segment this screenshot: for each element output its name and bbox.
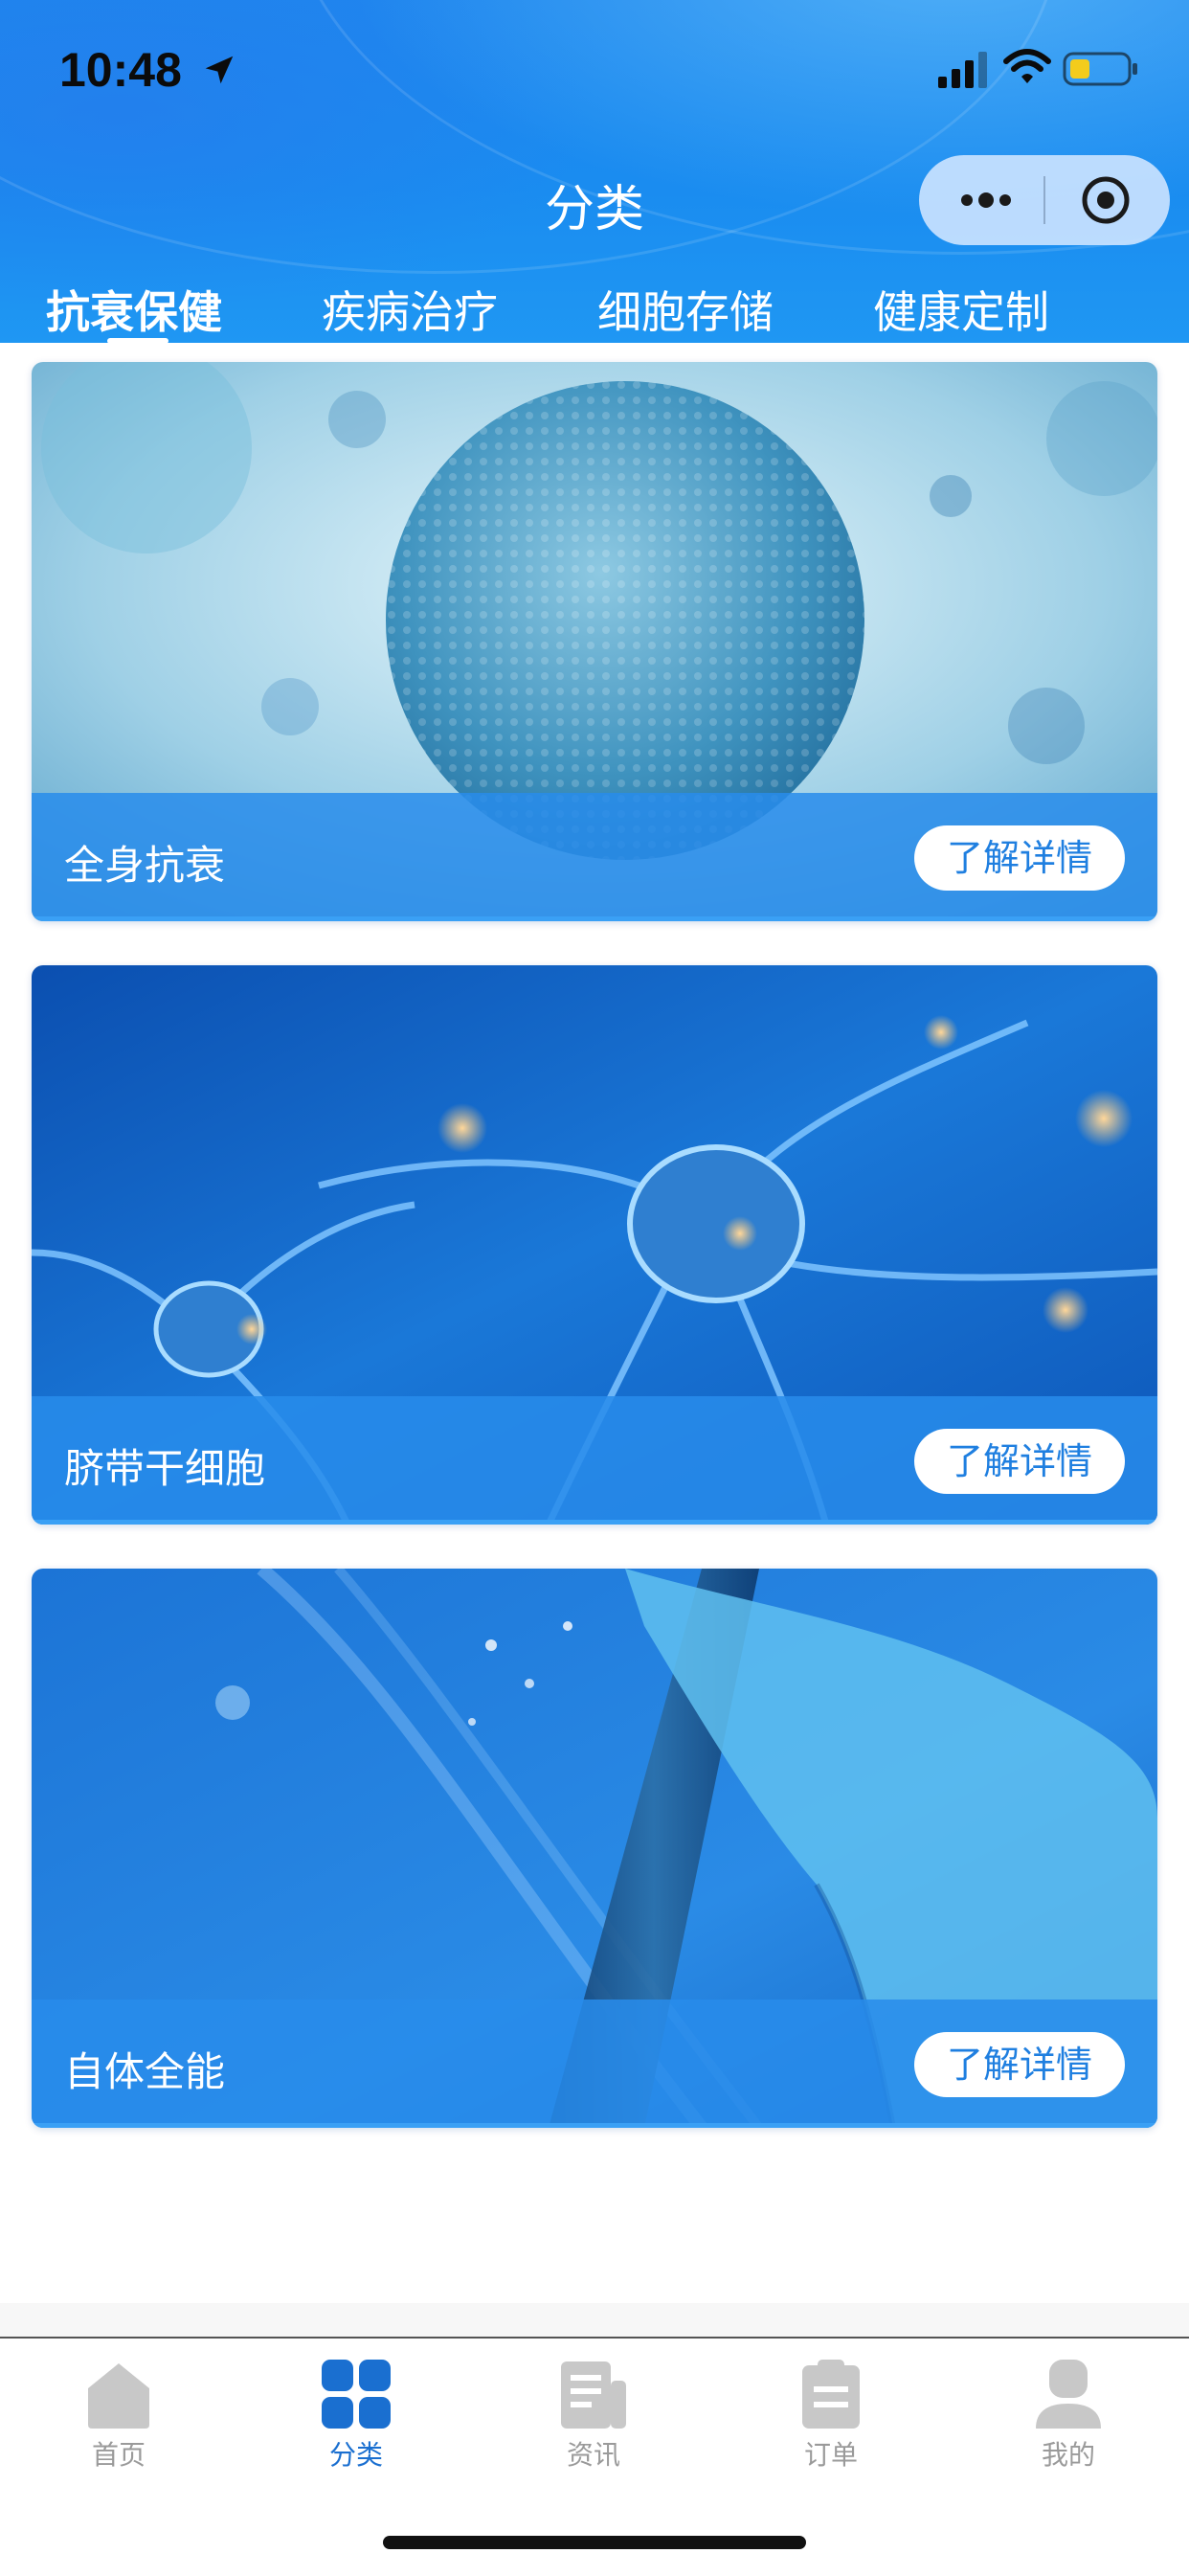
card-title: 全身抗衰 [64,842,226,889]
tab-disease-treatment[interactable]: 疾病治疗 [322,278,498,341]
nav-item-home[interactable]: 首页 [42,2356,195,2473]
header: 10:48 分类 抗衰保健 疾病治疗 细胞存储 健康定制 [0,0,1189,343]
location-arrow-icon [205,56,234,84]
card-item[interactable]: 自体全能 了解详情 [32,1569,1157,2128]
tab-cell-storage[interactable]: 细胞存储 [597,278,774,341]
card-info-bar: 全身抗衰 了解详情 [32,793,1157,921]
tab-anti-aging[interactable]: 抗衰保健 [46,278,222,341]
capsule-divider [1043,176,1045,224]
grid-icon [322,2360,391,2429]
signal-icon [938,52,987,88]
nav-item-orders[interactable]: 订单 [754,2356,908,2473]
nav-label: 分类 [328,2439,383,2471]
nav-item-news[interactable]: 资讯 [517,2356,670,2473]
nav-label: 资讯 [566,2439,620,2471]
battery-icon [1063,52,1137,86]
home-indicator [383,2536,806,2549]
learn-more-button[interactable]: 了解详情 [914,2032,1125,2097]
card-title: 脐带干细胞 [64,1445,266,1492]
nav-label: 首页 [91,2439,146,2471]
card-title: 自体全能 [64,2048,226,2095]
nav-item-category[interactable]: 分类 [280,2356,433,2473]
card-item[interactable]: 全身抗衰 了解详情 [32,362,1157,921]
clipboard-icon [802,2360,860,2429]
tab-health-custom[interactable]: 健康定制 [873,278,1049,341]
card-info-bar: 脐带干细胞 了解详情 [32,1396,1157,1525]
nav-label: 我的 [1041,2439,1095,2471]
more-dots-icon[interactable] [957,186,1015,215]
mini-program-capsule [919,155,1170,245]
card-item[interactable]: 脐带干细胞 了解详情 [32,965,1157,1525]
category-tabs: 抗衰保健 疾病治疗 细胞存储 健康定制 [0,278,1189,343]
nav-label: 订单 [803,2439,858,2471]
wifi-icon [1003,49,1051,83]
tabbar-separator [0,2303,1189,2337]
home-icon [88,2363,149,2429]
card-info-bar: 自体全能 了解详情 [32,2000,1157,2128]
user-icon [1036,2360,1101,2429]
target-icon[interactable] [1080,174,1132,226]
active-tab-indicator [107,338,168,343]
status-time: 10:48 [59,43,182,97]
nav-item-mine[interactable]: 我的 [992,2356,1145,2473]
news-icon [561,2361,626,2429]
learn-more-button[interactable]: 了解详情 [914,1429,1125,1494]
learn-more-button[interactable]: 了解详情 [914,825,1125,891]
